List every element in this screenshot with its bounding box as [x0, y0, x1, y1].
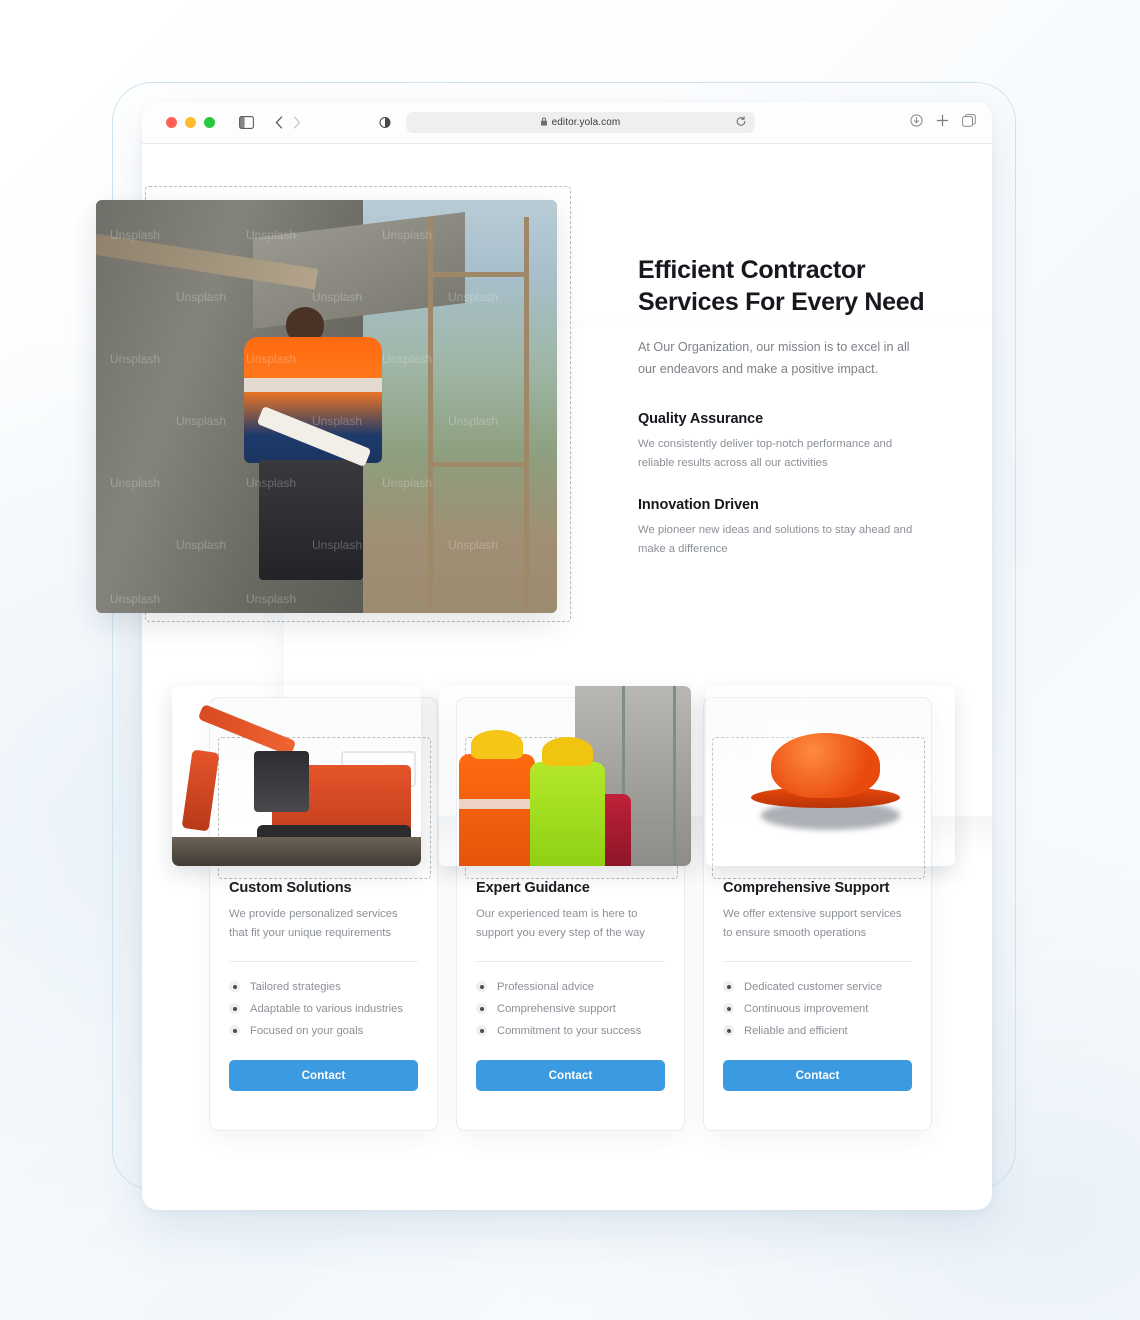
bullet-icon	[476, 981, 487, 993]
feature-description[interactable]: We consistently deliver top-notch perfor…	[638, 435, 928, 473]
hero-photo-art	[96, 200, 557, 613]
url-input[interactable]: editor.yola.com	[406, 112, 755, 133]
hero-image[interactable]: Unsplash Unsplash Unsplash Unsplash Unsp…	[96, 200, 557, 613]
list-item[interactable]: Commitment to your success	[476, 1020, 665, 1042]
feature-title[interactable]: Quality Assurance	[638, 411, 928, 427]
card-description[interactable]: We provide personalized services that fi…	[229, 905, 418, 943]
card-feature-list: Dedicated customer service Continuous im…	[723, 976, 912, 1042]
list-item[interactable]: Dedicated customer service	[723, 976, 912, 998]
card-description[interactable]: We offer extensive support services to e…	[723, 905, 912, 943]
card-title[interactable]: Expert Guidance	[476, 880, 665, 896]
bullet-icon	[723, 1025, 734, 1037]
list-item[interactable]: Professional advice	[476, 976, 665, 998]
bullet-icon	[723, 1003, 734, 1015]
list-item-label: Professional advice	[497, 980, 595, 993]
card-divider	[229, 960, 418, 962]
list-item-label: Focused on your goals	[250, 1024, 364, 1037]
feature-description[interactable]: We pioneer new ideas and solutions to st…	[638, 521, 928, 559]
card-title[interactable]: Custom Solutions	[229, 880, 418, 896]
service-card-custom-solutions[interactable]: Custom Solutions We provide personalized…	[172, 697, 438, 1131]
hero-text-column: Efficient Contractor Services For Every …	[638, 255, 928, 559]
list-item-label: Commitment to your success	[497, 1024, 642, 1037]
list-item-label: Tailored strategies	[250, 980, 341, 993]
page-title[interactable]: Efficient Contractor Services For Every …	[638, 255, 928, 318]
hero-subtitle[interactable]: At Our Organization, our mission is to e…	[638, 336, 926, 381]
card-feature-list: Tailored strategies Adaptable to various…	[229, 976, 418, 1042]
list-item[interactable]: Adaptable to various industries	[229, 998, 418, 1020]
forward-arrow-icon[interactable]	[293, 116, 301, 129]
reader-view-icon[interactable]	[379, 116, 391, 129]
list-item[interactable]: Comprehensive support	[476, 998, 665, 1020]
feature-innovation-driven: Innovation Driven We pioneer new ideas a…	[638, 497, 928, 559]
maximize-window-button[interactable]	[204, 117, 215, 128]
service-card-comprehensive-support[interactable]: Comprehensive Support We offer extensive…	[703, 686, 955, 1131]
close-window-button[interactable]	[166, 117, 177, 128]
contact-button[interactable]: Contact	[229, 1059, 418, 1091]
browser-toolbar: editor.yola.com	[142, 102, 992, 144]
window-traffic-lights	[166, 117, 215, 128]
list-item[interactable]: Tailored strategies	[229, 976, 418, 998]
tab-overview-icon[interactable]	[962, 113, 976, 132]
address-bar-area: editor.yola.com	[379, 112, 755, 133]
service-card-expert-guidance[interactable]: Expert Guidance Our experienced team is …	[456, 686, 691, 1131]
reload-icon[interactable]	[736, 114, 747, 132]
card-divider	[476, 960, 665, 962]
list-item[interactable]: Reliable and efficient	[723, 1020, 912, 1042]
bullet-icon	[229, 1003, 240, 1015]
bullet-icon	[723, 981, 734, 993]
list-item-label: Continuous improvement	[744, 1002, 869, 1015]
download-icon[interactable]	[910, 113, 923, 132]
card-image[interactable]	[439, 686, 691, 866]
list-item[interactable]: Continuous improvement	[723, 998, 912, 1020]
sidebar-toggle-icon[interactable]	[239, 116, 254, 129]
list-item-label: Comprehensive support	[497, 1002, 616, 1015]
card-description[interactable]: Our experienced team is here to support …	[476, 905, 665, 943]
bullet-icon	[476, 1003, 487, 1015]
minimize-window-button[interactable]	[185, 117, 196, 128]
url-text: editor.yola.com	[551, 117, 621, 128]
contact-button[interactable]: Contact	[476, 1059, 665, 1091]
card-image[interactable]	[706, 686, 955, 866]
card-feature-list: Professional advice Comprehensive suppor…	[476, 976, 665, 1042]
card-title[interactable]: Comprehensive Support	[723, 880, 912, 896]
feature-quality-assurance: Quality Assurance We consistently delive…	[638, 411, 928, 473]
list-item-label: Reliable and efficient	[744, 1024, 848, 1037]
bullet-icon	[229, 981, 240, 993]
contact-button[interactable]: Contact	[723, 1059, 912, 1091]
list-item[interactable]: Focused on your goals	[229, 1020, 418, 1042]
plus-icon[interactable]	[936, 114, 949, 132]
feature-title[interactable]: Innovation Driven	[638, 497, 928, 513]
lock-icon	[541, 117, 548, 128]
card-image[interactable]	[172, 686, 421, 866]
service-cards-row: Custom Solutions We provide personalized…	[172, 686, 955, 1131]
back-arrow-icon[interactable]	[275, 116, 283, 129]
bullet-icon	[476, 1025, 487, 1037]
card-divider	[723, 960, 912, 962]
bullet-icon	[229, 1025, 240, 1037]
list-item-label: Adaptable to various industries	[250, 1002, 403, 1015]
list-item-label: Dedicated customer service	[744, 980, 883, 993]
